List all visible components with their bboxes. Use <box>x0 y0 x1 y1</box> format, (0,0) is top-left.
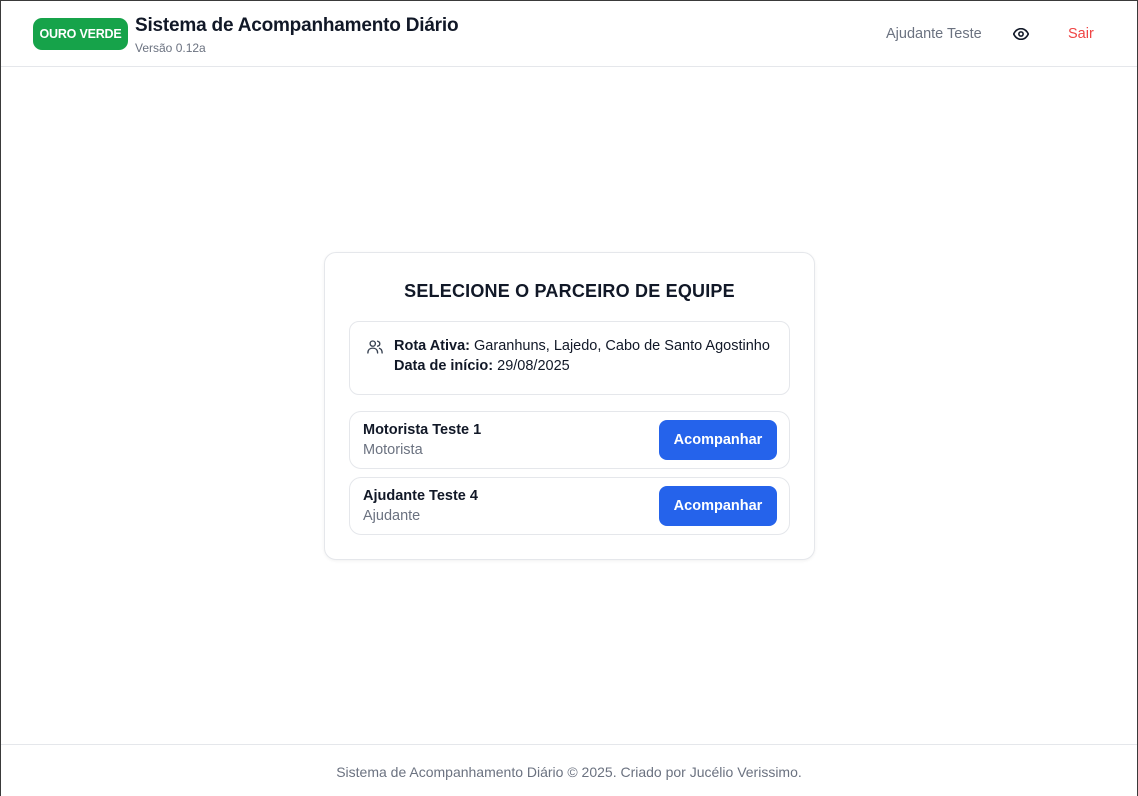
partner-name: Ajudante Teste 4 <box>363 488 478 504</box>
page-footer: Sistema de Acompanhamento Diário © 2025.… <box>1 744 1137 796</box>
partner-item: Ajudante Teste 4 Ajudante Acompanhar <box>349 477 790 535</box>
route-label: Rota Ativa: <box>394 338 470 354</box>
partner-role: Ajudante <box>363 508 421 524</box>
card-title: SELECIONE O PARCEIRO DE EQUIPE <box>404 281 735 301</box>
app-title: Sistema de Acompanhamento Diário <box>135 15 459 36</box>
partner-name: Motorista Teste 1 <box>363 422 482 438</box>
route-line: Rota Ativa: Garanhuns, Lajedo, Cabo de S… <box>394 338 770 354</box>
partner-selection-card: SELECIONE O PARCEIRO DE EQUIPE Rota Ativ… <box>324 252 815 560</box>
view-toggle-button[interactable] <box>1009 23 1033 45</box>
app-window: OURO VERDE Sistema de Acompanhamento Diá… <box>0 0 1138 796</box>
brand-badge: OURO VERDE <box>33 18 128 50</box>
start-date-line: Data de início: 29/08/2025 <box>394 358 570 374</box>
follow-partner-button[interactable]: Acompanhar <box>659 420 777 460</box>
logout-button[interactable]: Sair <box>1068 26 1094 42</box>
partner-role: Motorista <box>363 442 423 458</box>
top-header: OURO VERDE Sistema de Acompanhamento Diá… <box>1 1 1137 67</box>
partner-item: Motorista Teste 1 Motorista Acompanhar <box>349 411 790 469</box>
follow-partner-button[interactable]: Acompanhar <box>659 486 777 526</box>
footer-text: Sistema de Acompanhamento Diário © 2025.… <box>336 764 802 780</box>
active-route-info: Rota Ativa: Garanhuns, Lajedo, Cabo de S… <box>349 321 790 395</box>
app-version: Versão 0.12a <box>135 41 206 55</box>
users-icon <box>367 340 383 354</box>
eye-icon <box>1013 28 1029 40</box>
start-date-value: 29/08/2025 <box>497 358 570 374</box>
start-date-label: Data de início: <box>394 358 494 374</box>
route-value: Garanhuns, Lajedo, Cabo de Santo Agostin… <box>474 338 770 354</box>
current-user-name: Ajudante Teste <box>886 26 982 42</box>
